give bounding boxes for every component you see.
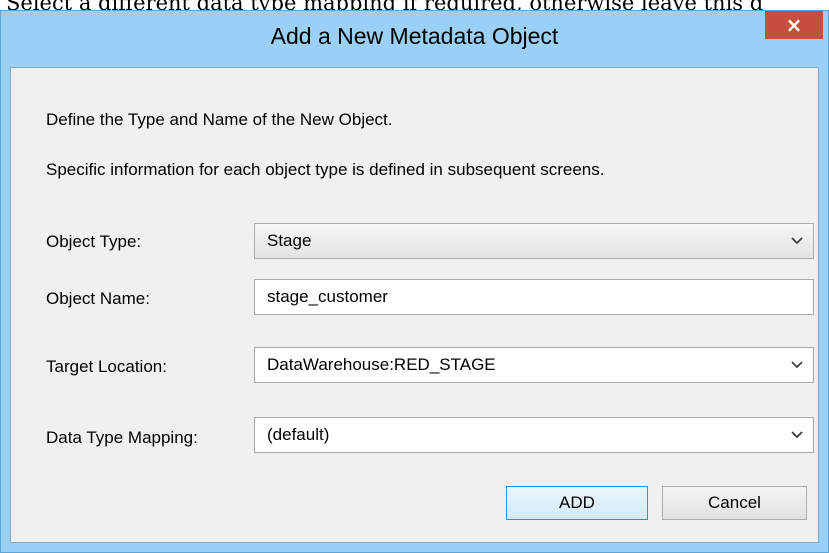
chevron-down-icon — [791, 237, 803, 245]
intro-text: Define the Type and Name of the New Obje… — [46, 110, 393, 129]
object-type-value: Stage — [267, 231, 312, 250]
object-type-label: Object Type: — [46, 232, 142, 251]
target-location-select[interactable]: DataWarehouse:RED_STAGE — [254, 347, 814, 383]
chevron-down-icon — [791, 431, 803, 439]
object-type-select[interactable]: Stage — [254, 223, 814, 259]
data-type-mapping-value: (default) — [267, 425, 330, 444]
object-name-label: Object Name: — [46, 289, 150, 308]
object-name-value: stage_customer — [267, 287, 388, 306]
dialog-title: Add a New Metadata Object — [270, 23, 559, 49]
target-location-value: DataWarehouse:RED_STAGE — [267, 355, 496, 374]
cancel-button[interactable]: Cancel — [662, 486, 807, 520]
data-type-mapping-label: Data Type Mapping: — [46, 428, 198, 447]
close-button[interactable]: × — [765, 11, 823, 39]
close-icon: × — [785, 13, 803, 37]
info-text: Specific information for each object typ… — [46, 160, 605, 179]
chevron-down-icon — [791, 361, 803, 369]
data-type-mapping-select[interactable]: (default) — [254, 417, 814, 453]
target-location-label: Target Location: — [46, 357, 167, 376]
add-metadata-object-dialog: Add a New Metadata Object × Define the T… — [0, 10, 829, 553]
title-bar[interactable]: Add a New Metadata Object × — [1, 11, 828, 67]
add-button[interactable]: ADD — [506, 486, 648, 520]
dialog-body: Define the Type and Name of the New Obje… — [10, 67, 819, 543]
object-name-input[interactable]: stage_customer — [254, 279, 814, 315]
